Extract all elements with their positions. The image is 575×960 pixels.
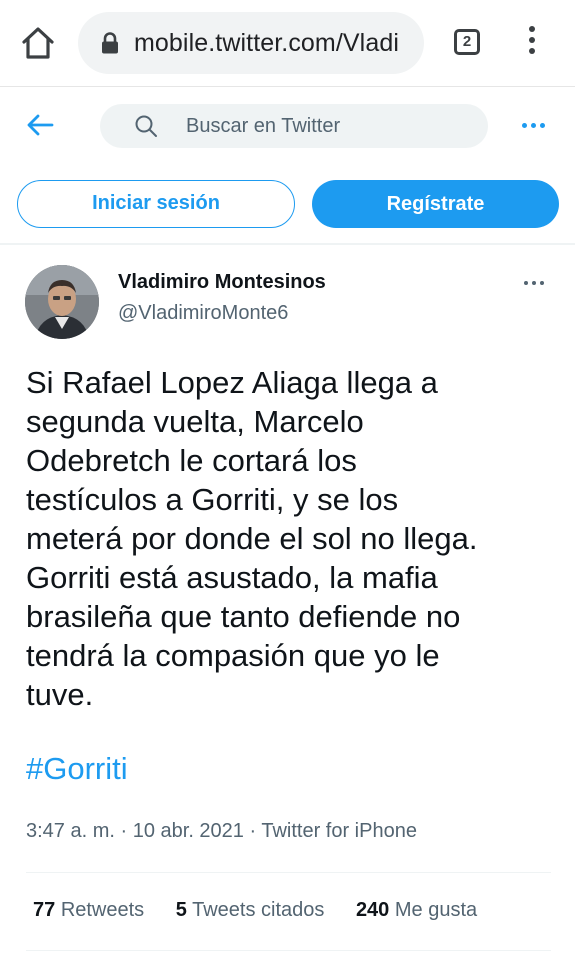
url-text: mobile.twitter.com/Vladi [134, 29, 399, 57]
search-icon [134, 114, 158, 138]
quotes-count: 5 [175, 899, 187, 921]
likes-count: 240 [355, 899, 390, 921]
login-button[interactable]: Iniciar sesión [17, 180, 295, 228]
tweet-more-icon[interactable] [524, 281, 550, 287]
avatar[interactable] [25, 265, 99, 339]
user-handle[interactable]: @VladimiroMonte6 [118, 302, 288, 325]
retweets-count: 77 [33, 899, 56, 921]
quotes-stat[interactable]: 5 Tweets citados [176, 899, 325, 921]
back-arrow-icon[interactable] [24, 110, 56, 140]
quotes-label: Tweets citados [192, 899, 325, 921]
tweet-stats: 77 Retweets 5 Tweets citados 240 Me gust… [33, 899, 503, 922]
tweet-text: Si Rafael Lopez Aliaga llega a segunda v… [26, 365, 478, 712]
display-name[interactable]: Vladimiro Montesinos [118, 271, 326, 294]
browser-toolbar: mobile.twitter.com/Vladi 2 [0, 0, 575, 87]
retweets-label: Retweets [60, 899, 145, 921]
divider [26, 950, 551, 951]
retweets-stat[interactable]: 77 Retweets [33, 899, 144, 921]
browser-menu-icon[interactable] [522, 26, 542, 62]
lock-icon [100, 32, 120, 54]
home-icon[interactable] [20, 25, 56, 61]
likes-label: Me gusta [394, 899, 478, 921]
address-bar[interactable]: mobile.twitter.com/Vladi [78, 12, 424, 74]
search-placeholder: Buscar en Twitter [186, 115, 341, 137]
signup-button[interactable]: Regístrate [312, 180, 559, 228]
auth-buttons: Iniciar sesión Regístrate [0, 180, 575, 232]
tweet-timestamp[interactable]: 3:47 a. m. · 10 abr. 2021 · Twitter for … [26, 820, 417, 843]
divider [0, 243, 575, 245]
more-options-icon[interactable] [522, 123, 552, 131]
twitter-header: Buscar en Twitter [0, 96, 575, 156]
search-input[interactable]: Buscar en Twitter [100, 104, 488, 148]
likes-stat[interactable]: 240 Me gusta [356, 899, 477, 921]
tab-switcher-button[interactable]: 2 [454, 29, 480, 55]
divider [26, 872, 551, 873]
hashtag-link[interactable]: #Gorriti [26, 751, 128, 787]
